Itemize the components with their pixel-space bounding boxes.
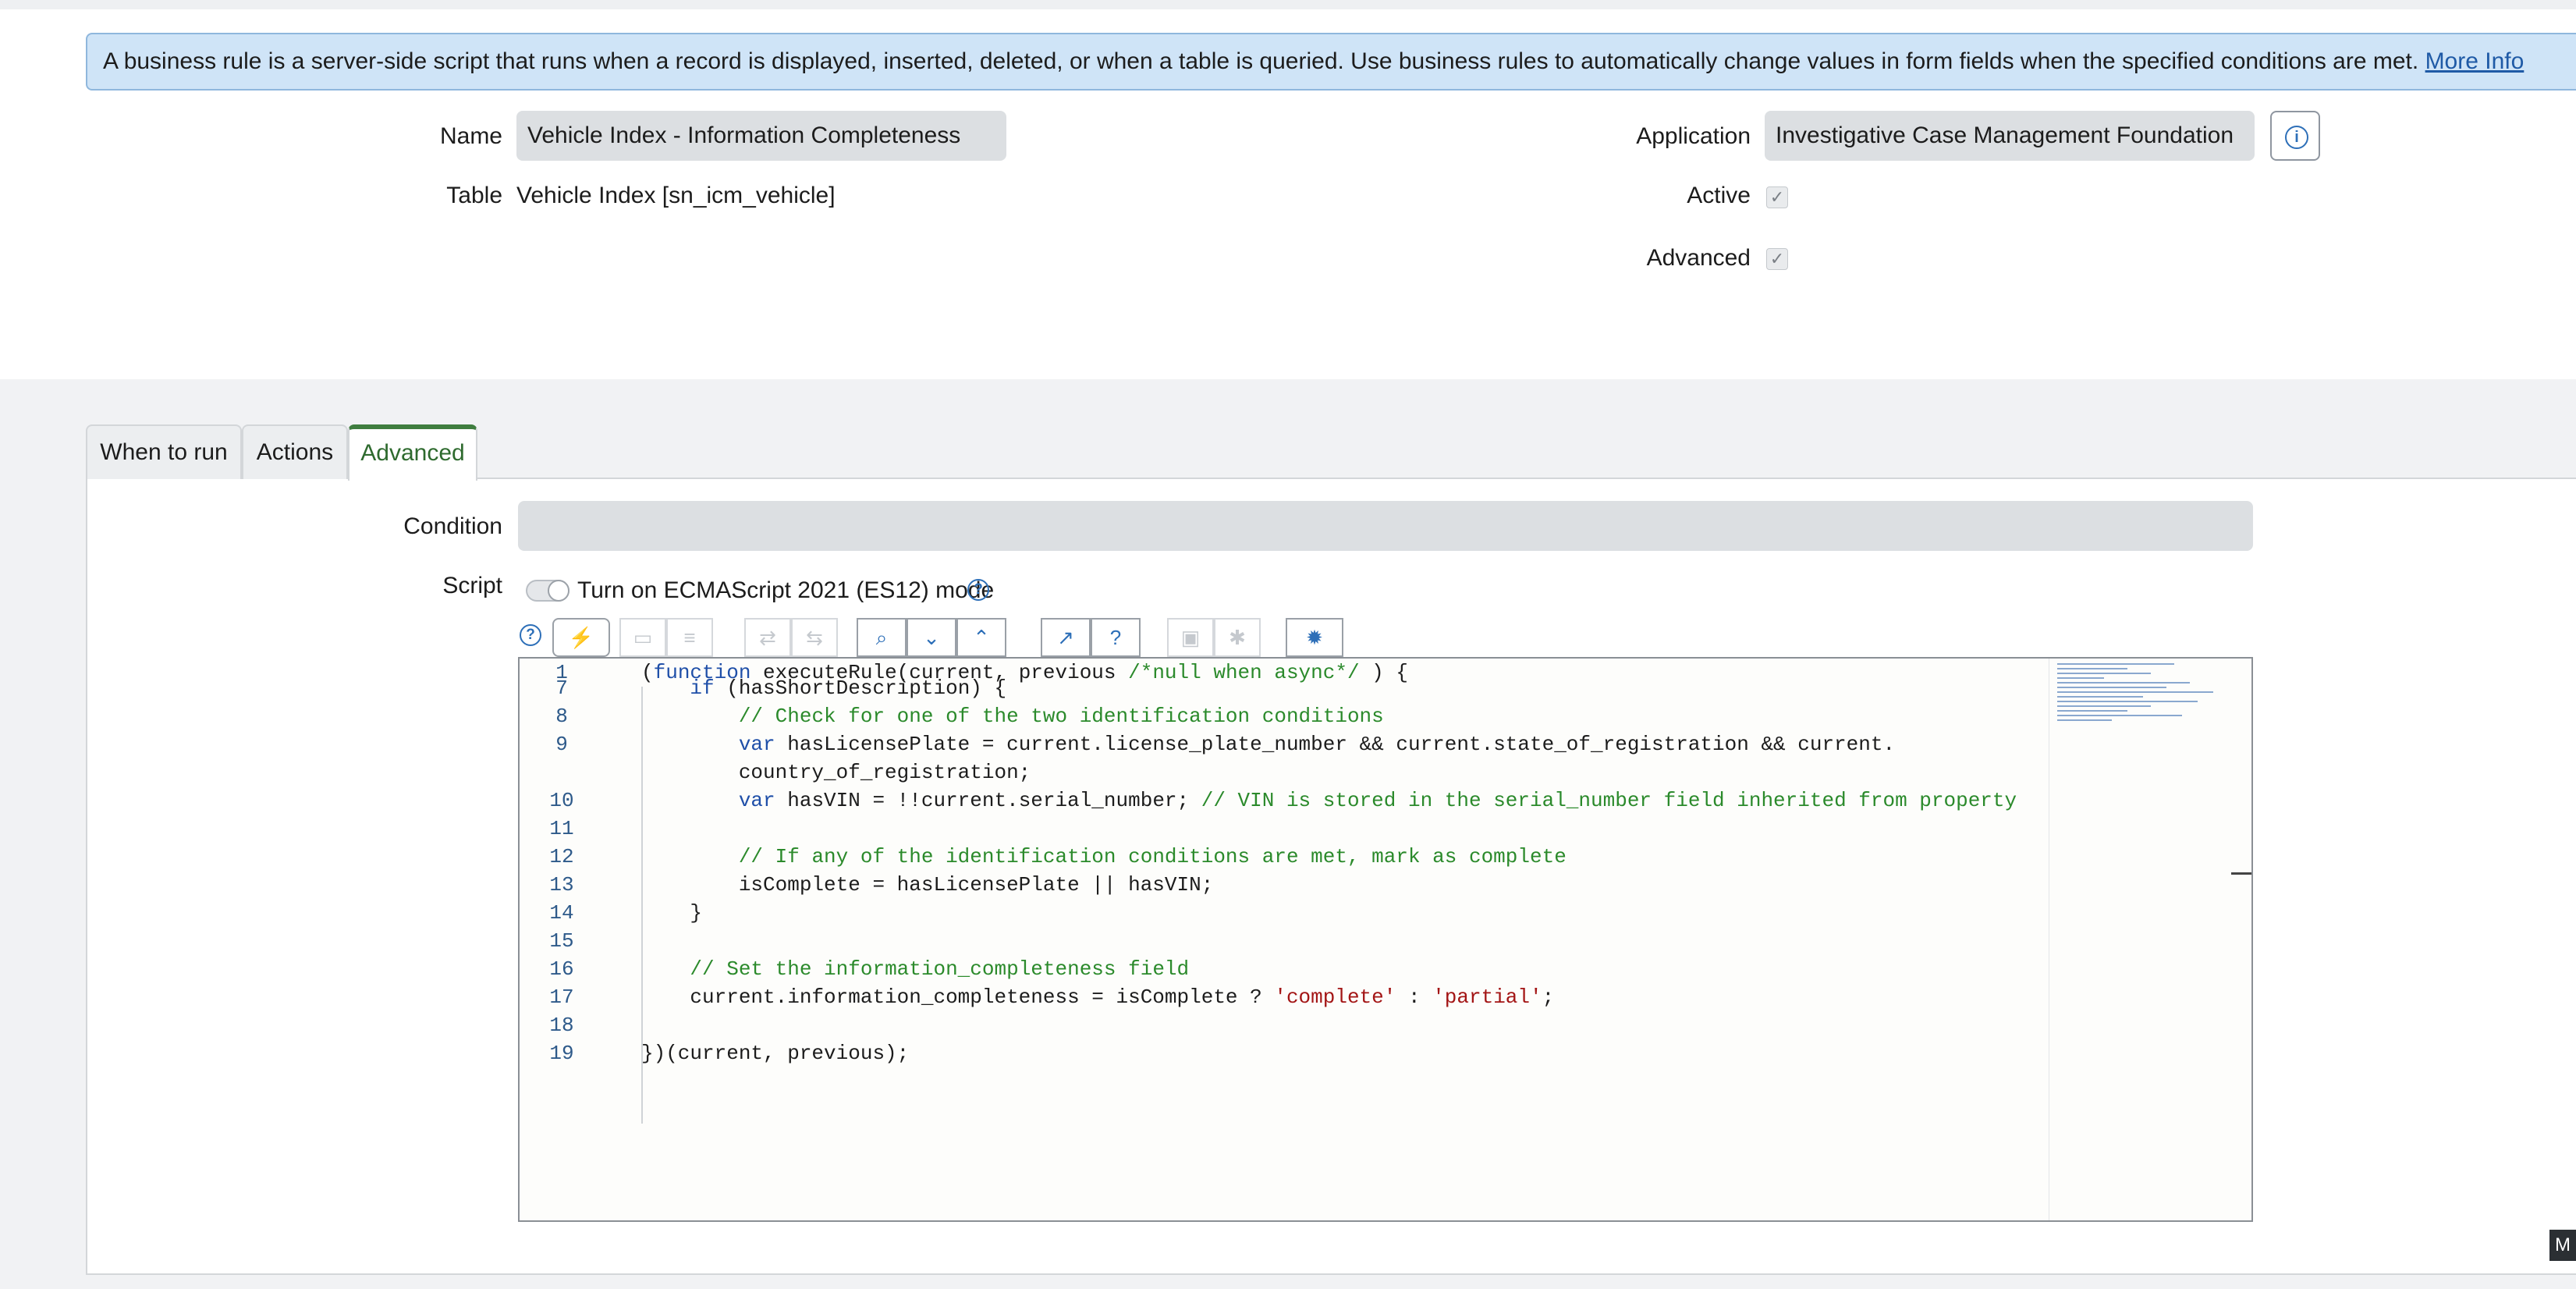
- code-text: // Set the information_completeness fiel…: [690, 957, 1190, 981]
- line-number: 17: [549, 985, 574, 1009]
- top-strip: [0, 0, 2576, 9]
- info-banner: A business rule is a server-side script …: [86, 33, 2576, 91]
- advanced-label: Advanced: [1646, 245, 1751, 271]
- debug-button[interactable]: ✱: [1214, 618, 1261, 657]
- search-button[interactable]: ⌕: [857, 618, 907, 657]
- active-label: Active: [1687, 183, 1751, 208]
- code-text: if (hasShortDescription) {: [690, 676, 1007, 700]
- script-editor[interactable]: 1 (function executeRule(current, previous…: [518, 657, 2253, 1222]
- code-text: // If any of the identification conditio…: [738, 845, 1567, 868]
- line-number: 18: [549, 1014, 574, 1037]
- table-value: Vehicle Index [sn_icm_vehicle]: [516, 183, 836, 208]
- code-line: 8 // Check for one of the two identifica…: [520, 702, 2251, 730]
- application-label: Application: [1636, 123, 1751, 149]
- find-previous-button[interactable]: ⌃: [956, 618, 1006, 657]
- line-number: 9: [555, 733, 568, 756]
- replace-all-button[interactable]: ⇆: [791, 618, 838, 657]
- es12-help-icon[interactable]: ?: [967, 579, 989, 601]
- check-icon: ✓: [1769, 249, 1785, 268]
- application-field[interactable]: Investigative Case Management Foundation: [1765, 111, 2255, 161]
- line-number: 8: [555, 705, 568, 728]
- syntax-toggle-icon: ⚡: [568, 626, 594, 649]
- code-line: 15: [520, 927, 2251, 955]
- code-text: }: [641, 901, 703, 925]
- code-line: 14 }: [520, 899, 2251, 927]
- banner-text: A business rule is a server-side script …: [103, 48, 2425, 74]
- code-line: 9 var hasLicensePlate = current.license_…: [520, 730, 2251, 758]
- advanced-checkbox[interactable]: ✓: [1766, 248, 1788, 270]
- code-line: 13 isComplete = hasLicensePlate || hasVI…: [520, 871, 2251, 899]
- script-label: Script: [442, 573, 502, 598]
- code-line: country_of_registration;: [520, 758, 2251, 787]
- code-line: 7 if (hasShortDescription) {: [520, 674, 2251, 702]
- replace-button[interactable]: ⇄: [744, 618, 791, 657]
- condition-field[interactable]: [518, 501, 2253, 551]
- toggle-syntax-button[interactable]: ⚡: [552, 618, 610, 657]
- name-label: Name: [439, 123, 502, 149]
- code-line: 12 // If any of the identification condi…: [520, 843, 2251, 871]
- code-text: })(current, previous);: [641, 1042, 910, 1065]
- tab-when-to-run[interactable]: When to run: [86, 424, 242, 479]
- script-debugger-button[interactable]: ✹: [1286, 618, 1343, 657]
- code-line: 17 current.information_completeness = is…: [520, 983, 2251, 1011]
- line-number: 16: [549, 957, 574, 981]
- condition-label: Condition: [403, 513, 502, 539]
- application-info-button[interactable]: i: [2270, 111, 2320, 161]
- find-next-button[interactable]: ⌄: [907, 618, 956, 657]
- comment-button[interactable]: ▭: [619, 618, 666, 657]
- fullscreen-button[interactable]: ↗: [1041, 618, 1091, 657]
- search-icon: ⌕: [875, 626, 888, 649]
- tab-actions[interactable]: Actions: [242, 424, 348, 479]
- chevron-down-icon: ⌄: [923, 626, 940, 649]
- code-line: 19 })(current, previous);: [520, 1039, 2251, 1067]
- code-line: 11: [520, 815, 2251, 843]
- chevron-up-icon: ⌃: [973, 626, 990, 649]
- code-text: country_of_registration;: [641, 761, 1031, 784]
- editor-help-icon[interactable]: ?: [520, 624, 541, 646]
- save-icon: ▣: [1180, 626, 1201, 649]
- code-text: var hasLicensePlate = current.license_pl…: [738, 733, 1896, 756]
- question-icon: ?: [1109, 626, 1122, 649]
- name-field[interactable]: Vehicle Index - Information Completeness: [516, 111, 1006, 161]
- code-text: isComplete = hasLicensePlate || hasVIN;: [641, 873, 1214, 897]
- info-icon: i: [2285, 126, 2308, 149]
- active-checkbox[interactable]: ✓: [1766, 186, 1788, 208]
- line-number: 13: [549, 873, 574, 897]
- line-number: 19: [549, 1042, 574, 1065]
- corner-badge: M: [2549, 1230, 2576, 1261]
- save-button[interactable]: ▣: [1167, 618, 1214, 657]
- line-number: 14: [549, 901, 574, 925]
- code-line: 16 // Set the information_completeness f…: [520, 955, 2251, 983]
- replace-icon: ⇄: [759, 626, 776, 649]
- code-text: current.information_completeness = isCom…: [641, 985, 1555, 1009]
- line-number: 11: [549, 817, 574, 840]
- code-text: var hasVIN = !!current.serial_number; //…: [738, 789, 2017, 812]
- expand-icon: ↗: [1057, 626, 1074, 649]
- format-code-button[interactable]: ≡: [666, 618, 713, 657]
- comment-icon: ▭: [633, 626, 653, 649]
- script-help-button[interactable]: ?: [1091, 618, 1141, 657]
- es12-mode-label: Turn on ECMAScript 2021 (ES12) mode: [577, 577, 995, 603]
- debug-icon: ✱: [1229, 626, 1246, 649]
- es12-mode-toggle[interactable]: [526, 580, 569, 602]
- line-number: 15: [549, 929, 574, 953]
- table-label: Table: [446, 183, 502, 208]
- line-number: 7: [555, 676, 568, 700]
- format-code-icon: ≡: [683, 626, 696, 649]
- more-info-link[interactable]: More Info: [2425, 48, 2525, 74]
- code-line: 10 var hasVIN = !!current.serial_number;…: [520, 787, 2251, 815]
- code-text: // Check for one of the two identificati…: [738, 705, 1384, 728]
- code-line: 18: [520, 1011, 2251, 1039]
- line-number: 12: [549, 845, 574, 868]
- check-icon: ✓: [1769, 187, 1785, 207]
- tab-advanced[interactable]: Advanced: [348, 424, 477, 481]
- bug-icon: ✹: [1306, 626, 1323, 649]
- line-number: 10: [549, 789, 574, 812]
- replace-all-icon: ⇆: [806, 626, 823, 649]
